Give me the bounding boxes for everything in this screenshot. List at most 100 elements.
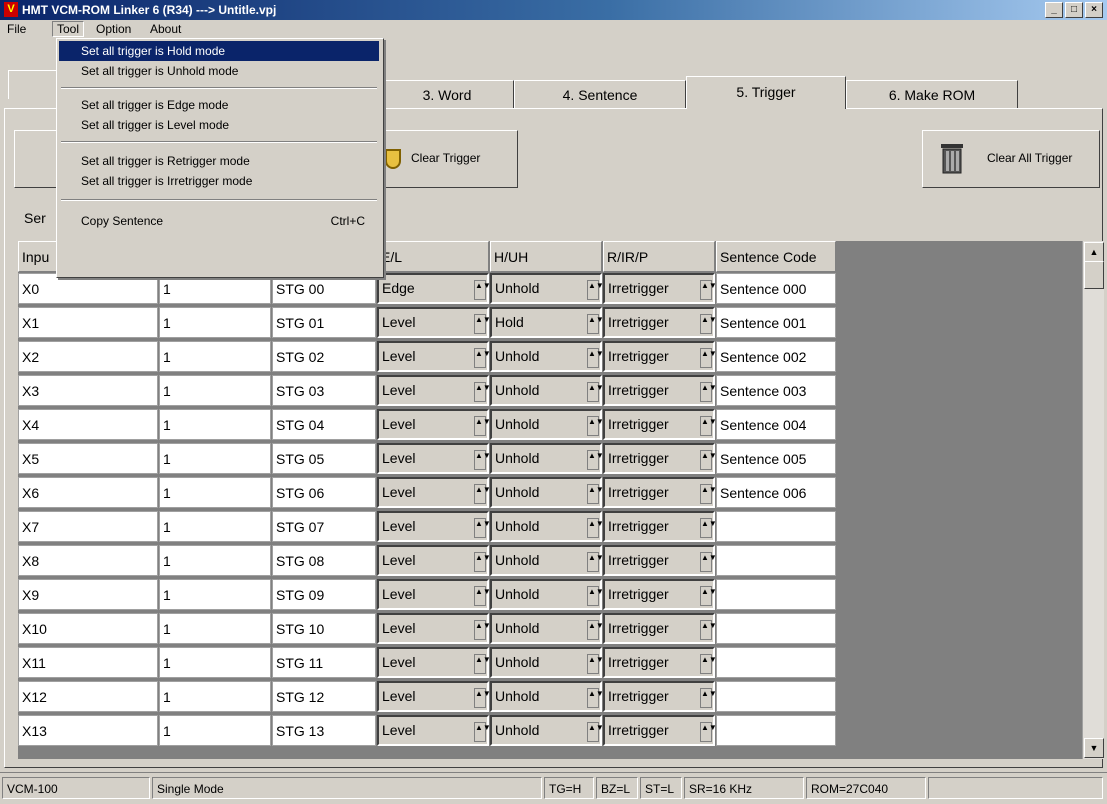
spin-arrows-icon[interactable]: ▲▼: [700, 688, 717, 708]
huh-combo[interactable]: Unhold ▲▼: [490, 681, 604, 712]
spin-arrows-icon[interactable]: ▲▼: [474, 654, 491, 674]
rirp-combo[interactable]: Irretrigger ▲▼: [603, 545, 717, 576]
sentence-code-cell[interactable]: [716, 545, 836, 576]
menu-item-hold-mode[interactable]: Set all trigger is Hold mode: [59, 41, 379, 61]
el-combo[interactable]: Level ▲▼: [377, 613, 491, 644]
spin-arrows-icon[interactable]: ▲▼: [587, 654, 604, 674]
el-combo[interactable]: Level ▲▼: [377, 409, 491, 440]
menu-file[interactable]: File: [3, 22, 30, 36]
spin-arrows-icon[interactable]: ▲▼: [474, 518, 491, 538]
spin-arrows-icon[interactable]: ▲▼: [700, 450, 717, 470]
huh-combo[interactable]: Unhold ▲▼: [490, 375, 604, 406]
rirp-combo[interactable]: Irretrigger ▲▼: [603, 715, 717, 746]
scroll-up-arrow-icon[interactable]: ▲: [1084, 242, 1104, 262]
spin-arrows-icon[interactable]: ▲▼: [474, 382, 491, 402]
spin-arrows-icon[interactable]: ▲▼: [474, 280, 491, 300]
rirp-combo[interactable]: Irretrigger ▲▼: [603, 375, 717, 406]
rirp-combo[interactable]: Irretrigger ▲▼: [603, 341, 717, 372]
sentence-code-cell[interactable]: [716, 715, 836, 746]
spin-arrows-icon[interactable]: ▲▼: [474, 348, 491, 368]
spin-arrows-icon[interactable]: ▲▼: [587, 552, 604, 572]
rirp-combo[interactable]: Irretrigger ▲▼: [603, 307, 717, 338]
huh-combo[interactable]: Unhold ▲▼: [490, 273, 604, 304]
spin-arrows-icon[interactable]: ▲▼: [700, 552, 717, 572]
spin-arrows-icon[interactable]: ▲▼: [587, 348, 604, 368]
el-combo[interactable]: Level ▲▼: [377, 579, 491, 610]
sentence-code-cell[interactable]: [716, 613, 836, 644]
huh-combo[interactable]: Unhold ▲▼: [490, 511, 604, 542]
spin-arrows-icon[interactable]: ▲▼: [587, 382, 604, 402]
tab-make-rom[interactable]: 6. Make ROM: [846, 80, 1018, 109]
rirp-combo[interactable]: Irretrigger ▲▼: [603, 511, 717, 542]
el-combo[interactable]: Level ▲▼: [377, 715, 491, 746]
spin-arrows-icon[interactable]: ▲▼: [587, 518, 604, 538]
spin-arrows-icon[interactable]: ▲▼: [587, 484, 604, 504]
spin-arrows-icon[interactable]: ▲▼: [700, 654, 717, 674]
el-combo[interactable]: Level ▲▼: [377, 545, 491, 576]
spin-arrows-icon[interactable]: ▲▼: [474, 688, 491, 708]
spin-arrows-icon[interactable]: ▲▼: [700, 314, 717, 334]
huh-combo[interactable]: Unhold ▲▼: [490, 545, 604, 576]
spin-arrows-icon[interactable]: ▲▼: [474, 416, 491, 436]
rirp-combo[interactable]: Irretrigger ▲▼: [603, 579, 717, 610]
rirp-combo[interactable]: Irretrigger ▲▼: [603, 273, 717, 304]
sentence-code-cell[interactable]: Sentence 004: [716, 409, 836, 440]
huh-combo[interactable]: Unhold ▲▼: [490, 715, 604, 746]
menu-item-retrigger-mode[interactable]: Set all trigger is Retrigger mode: [59, 151, 379, 171]
sentence-code-cell[interactable]: [716, 647, 836, 678]
sentence-code-cell[interactable]: [716, 681, 836, 712]
spin-arrows-icon[interactable]: ▲▼: [474, 722, 491, 742]
scroll-thumb[interactable]: [1084, 261, 1104, 289]
sentence-code-cell[interactable]: [716, 579, 836, 610]
spin-arrows-icon[interactable]: ▲▼: [587, 280, 604, 300]
rirp-combo[interactable]: Irretrigger ▲▼: [603, 409, 717, 440]
spin-arrows-icon[interactable]: ▲▼: [474, 586, 491, 606]
tab-trigger[interactable]: 5. Trigger: [686, 76, 846, 109]
spin-arrows-icon[interactable]: ▲▼: [700, 620, 717, 640]
spin-arrows-icon[interactable]: ▲▼: [474, 552, 491, 572]
tab-word[interactable]: 3. Word: [380, 80, 514, 109]
el-combo[interactable]: Level ▲▼: [377, 511, 491, 542]
menu-tool[interactable]: Tool: [52, 21, 85, 37]
spin-arrows-icon[interactable]: ▲▼: [700, 484, 717, 504]
sentence-code-cell[interactable]: Sentence 006: [716, 477, 836, 508]
huh-combo[interactable]: Unhold ▲▼: [490, 579, 604, 610]
huh-combo[interactable]: Unhold ▲▼: [490, 647, 604, 678]
spin-arrows-icon[interactable]: ▲▼: [474, 450, 491, 470]
rirp-combo[interactable]: Irretrigger ▲▼: [603, 477, 717, 508]
rirp-combo[interactable]: Irretrigger ▲▼: [603, 681, 717, 712]
clear-all-trigger-button[interactable]: Clear All Trigger: [922, 130, 1100, 188]
scroll-down-arrow-icon[interactable]: ▼: [1084, 738, 1104, 758]
huh-combo[interactable]: Hold ▲▼: [490, 307, 604, 338]
spin-arrows-icon[interactable]: ▲▼: [474, 484, 491, 504]
menu-item-copy-sentence[interactable]: Copy Sentence Ctrl+C: [59, 211, 379, 231]
el-combo[interactable]: Level ▲▼: [377, 681, 491, 712]
menu-item-unhold-mode[interactable]: Set all trigger is Unhold mode: [59, 61, 379, 81]
spin-arrows-icon[interactable]: ▲▼: [474, 314, 491, 334]
menu-option[interactable]: Option: [92, 22, 135, 36]
menu-item-irretrigger-mode[interactable]: Set all trigger is Irretrigger mode: [59, 171, 379, 191]
spin-arrows-icon[interactable]: ▲▼: [587, 314, 604, 334]
el-combo[interactable]: Level ▲▼: [377, 647, 491, 678]
sentence-code-cell[interactable]: Sentence 005: [716, 443, 836, 474]
spin-arrows-icon[interactable]: ▲▼: [587, 688, 604, 708]
clear-trigger-button[interactable]: Clear Trigger: [366, 130, 518, 188]
sentence-code-cell[interactable]: Sentence 003: [716, 375, 836, 406]
sentence-code-cell[interactable]: Sentence 001: [716, 307, 836, 338]
vertical-scrollbar[interactable]: ▲ ▼: [1082, 241, 1104, 759]
spin-arrows-icon[interactable]: ▲▼: [587, 416, 604, 436]
rirp-combo[interactable]: Irretrigger ▲▼: [603, 647, 717, 678]
menu-item-level-mode[interactable]: Set all trigger is Level mode: [59, 115, 379, 135]
minimize-button[interactable]: _: [1045, 2, 1063, 18]
el-combo[interactable]: Level ▲▼: [377, 477, 491, 508]
el-combo[interactable]: Level ▲▼: [377, 443, 491, 474]
el-combo[interactable]: Level ▲▼: [377, 307, 491, 338]
spin-arrows-icon[interactable]: ▲▼: [700, 348, 717, 368]
spin-arrows-icon[interactable]: ▲▼: [587, 450, 604, 470]
el-combo[interactable]: Level ▲▼: [377, 341, 491, 372]
huh-combo[interactable]: Unhold ▲▼: [490, 409, 604, 440]
huh-combo[interactable]: Unhold ▲▼: [490, 341, 604, 372]
huh-combo[interactable]: Unhold ▲▼: [490, 477, 604, 508]
sentence-code-cell[interactable]: Sentence 000: [716, 273, 836, 304]
sentence-code-cell[interactable]: [716, 511, 836, 542]
